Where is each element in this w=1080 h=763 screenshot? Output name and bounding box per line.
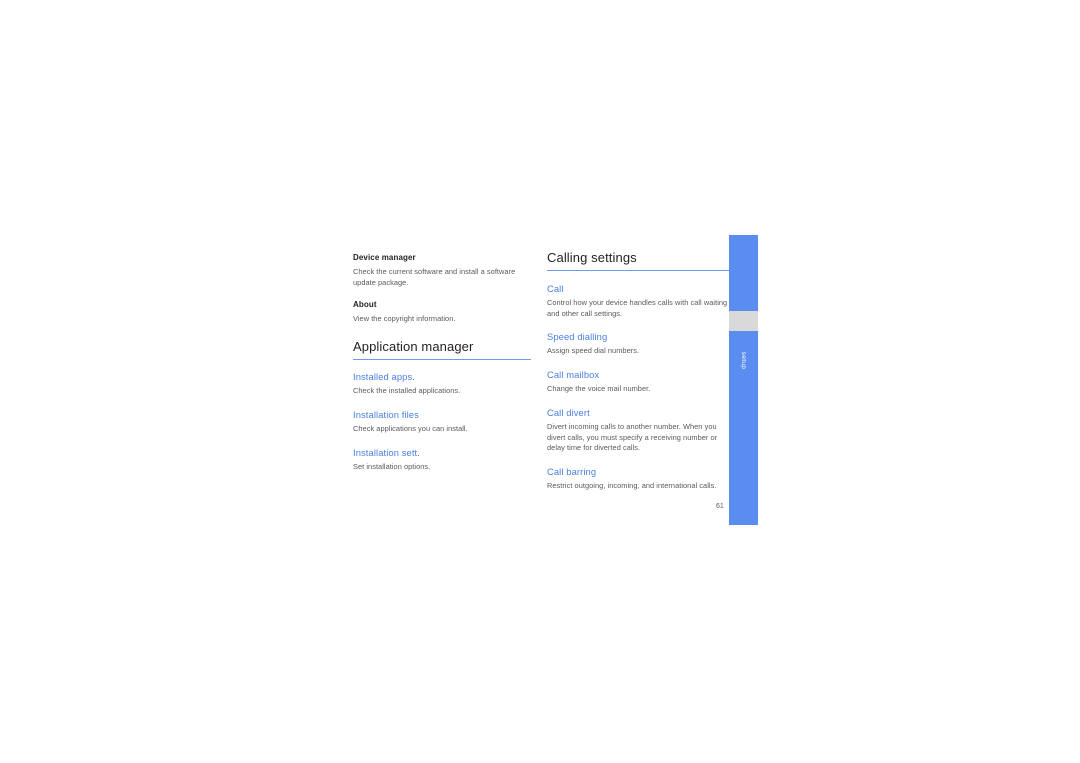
entry-body-installation-settings: Set installation options.	[353, 461, 431, 471]
right-column: Calling settings Call Control how your d…	[547, 250, 729, 503]
side-tab-notch	[729, 311, 758, 331]
entry-title-call-barring: Call barring	[547, 466, 597, 478]
entry-installation-files: Installation files Check applications yo…	[353, 409, 533, 435]
entry-body-call-mailbox: Change the voice mail number.	[547, 384, 651, 394]
section-heading-application-manager-wrap: Application manager	[353, 339, 531, 361]
entry-body-about: View the copyright information.	[353, 314, 456, 324]
entry-about: About View the copyright information.	[353, 300, 533, 325]
entry-installed-apps: Installed apps. Check the installed appl…	[353, 371, 533, 397]
entry-body-speed-dialling: Assign speed dial numbers.	[547, 346, 640, 356]
entry-call-mailbox: Call mailbox Change the voice mail numbe…	[547, 369, 729, 395]
side-tab-label: setup	[740, 351, 747, 369]
entry-call-barring: Call barring Restrict outgoing, incoming…	[547, 466, 729, 492]
entry-title-call-divert: Call divert	[547, 406, 590, 418]
entry-device-manager: Device manager Check the current softwar…	[353, 253, 533, 288]
entry-title-call-mailbox: Call mailbox	[547, 369, 600, 381]
section-heading-calling-settings: Calling settings	[547, 250, 637, 265]
entry-body-call-divert: Divert incoming calls to another number.…	[547, 421, 718, 453]
page-number: 61	[716, 503, 724, 510]
entry-title-call: Call	[547, 283, 564, 294]
entry-body-call: Control how your device handles calls wi…	[547, 298, 728, 318]
side-tab-label-wrap: setup	[729, 330, 758, 390]
entry-call: Call Control how your device handles cal…	[547, 283, 729, 319]
entry-title-installation-settings: Installation sett.	[353, 446, 420, 458]
manual-page: Device manager Check the current softwar…	[0, 0, 1080, 763]
entry-installation-settings: Installation sett. Set installation opti…	[353, 447, 533, 473]
entry-call-divert: Call divert Divert incoming calls to ano…	[547, 407, 729, 454]
entry-title-installed-apps: Installed apps.	[353, 371, 415, 383]
entry-title-about: About	[353, 300, 377, 310]
entry-body-installed-apps: Check the installed applications.	[353, 386, 461, 396]
entry-body-installation-files: Check applications you can install.	[353, 423, 468, 433]
section-heading-calling-settings-wrap: Calling settings	[547, 250, 729, 271]
entry-body-device-manager: Check the current software and install a…	[353, 267, 516, 287]
entry-body-call-barring: Restrict outgoing, incoming, and interna…	[547, 481, 717, 491]
entry-title-device-manager: Device manager	[353, 253, 416, 262]
left-column: Device manager Check the current softwar…	[353, 253, 533, 483]
section-heading-application-manager: Application manager	[353, 339, 474, 355]
entry-speed-dialling: Speed dialling Assign speed dial numbers…	[547, 331, 729, 357]
entry-title-speed-dialling: Speed dialling	[547, 331, 608, 343]
entry-title-installation-files: Installation files	[353, 408, 419, 420]
